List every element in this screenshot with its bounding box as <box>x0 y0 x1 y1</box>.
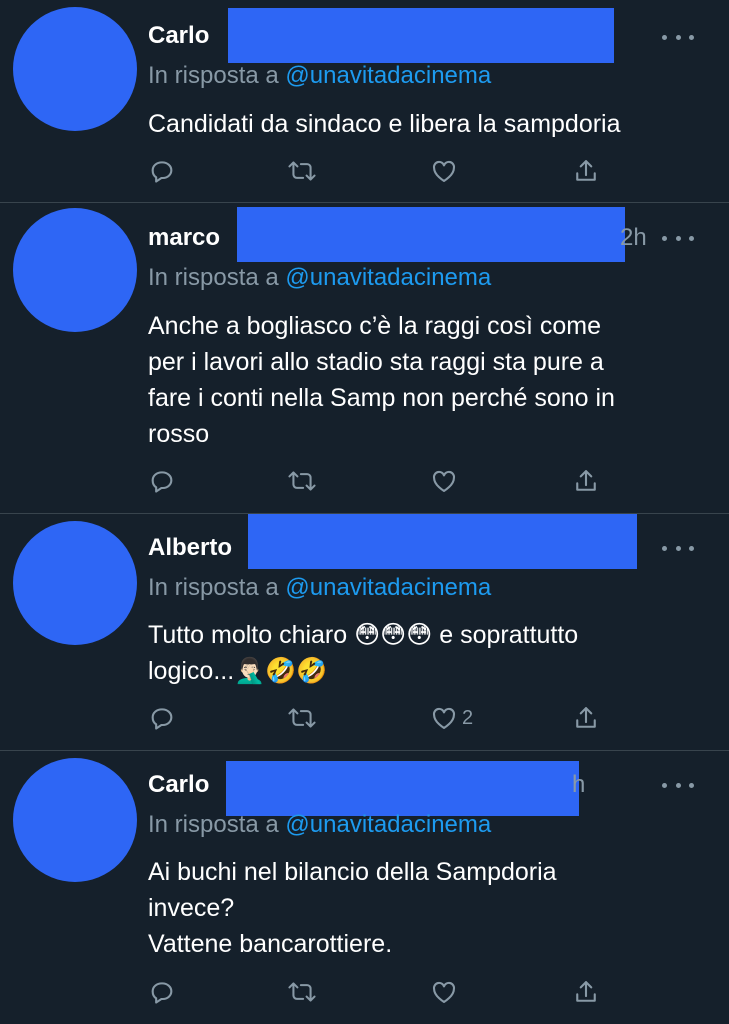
reply-button[interactable] <box>148 465 176 497</box>
redacted-handle <box>237 207 625 262</box>
retweet-button[interactable] <box>286 702 318 734</box>
share-icon <box>576 470 596 491</box>
redacted-handle <box>228 8 614 63</box>
share-button[interactable] <box>572 702 600 734</box>
more-icon[interactable] <box>662 228 694 248</box>
redacted-handle <box>248 514 637 569</box>
reply-icon <box>151 471 173 493</box>
author-name[interactable]: Carlo <box>148 771 209 799</box>
tweet-time: 2h <box>620 224 647 251</box>
reply-prefix: In risposta a <box>148 811 279 838</box>
retweet-button[interactable] <box>286 465 318 497</box>
like-button[interactable] <box>430 465 462 497</box>
reply-to-line: In risposta a @unavitadacinema <box>148 573 491 603</box>
retweet-button[interactable] <box>286 976 318 1008</box>
reply-button[interactable] <box>148 976 176 1008</box>
tweet[interactable]: Alberto In risposta a @unavitadacinema T… <box>0 514 729 751</box>
tweet-text: Tutto molto chiaro 😳😳😳 e soprattutto log… <box>148 621 579 685</box>
more-icon[interactable] <box>662 27 694 47</box>
tweet-actions <box>148 465 618 497</box>
tweet-text: Ai buchi nel bilancio della Sampdoria in… <box>148 858 557 958</box>
share-button[interactable] <box>572 155 600 187</box>
avatar[interactable] <box>13 7 137 131</box>
avatar[interactable] <box>13 758 137 882</box>
like-icon <box>433 470 455 492</box>
reply-handle-link[interactable]: @unavitadacinema <box>285 264 491 291</box>
reply-button[interactable] <box>148 702 176 734</box>
tweet[interactable]: marco 2h In risposta a @unavitadacinema … <box>0 203 729 514</box>
tweet-text: Anche a bogliasco c’è la raggi così come… <box>148 312 615 448</box>
tweet[interactable]: Carlo h In risposta a @unavitadacinema A… <box>0 751 729 1024</box>
share-icon <box>576 707 596 728</box>
tweet-time: h <box>572 771 586 798</box>
like-icon <box>433 160 455 182</box>
tweet-actions: 2 <box>148 702 618 734</box>
reply-button[interactable] <box>148 155 176 187</box>
like-icon <box>433 981 455 1003</box>
like-count: 2 <box>462 706 474 729</box>
author-name[interactable]: marco <box>148 224 220 252</box>
retweet-icon <box>288 471 316 491</box>
share-button[interactable] <box>572 465 600 497</box>
share-icon <box>576 160 596 181</box>
avatar[interactable] <box>13 208 137 332</box>
reply-prefix: In risposta a <box>148 574 279 601</box>
more-icon[interactable] <box>662 538 694 558</box>
reply-handle-link[interactable]: @unavitadacinema <box>285 811 491 838</box>
reply-handle-link[interactable]: @unavitadacinema <box>285 62 491 89</box>
retweet-icon <box>288 708 316 728</box>
reply-icon <box>151 982 173 1004</box>
reply-handle-link[interactable]: @unavitadacinema <box>285 574 491 601</box>
retweet-icon <box>288 161 316 181</box>
like-button[interactable] <box>430 155 462 187</box>
reply-prefix: In risposta a <box>148 62 279 89</box>
tweet-feed: Carlo In risposta a @unavitadacinema Can… <box>0 0 729 1024</box>
tweet-actions <box>148 155 618 187</box>
tweet-actions <box>148 976 618 1008</box>
reply-to-line: In risposta a @unavitadacinema <box>148 263 491 293</box>
retweet-icon <box>288 982 316 1002</box>
share-button[interactable] <box>572 976 600 1008</box>
author-name[interactable]: Alberto <box>148 534 232 562</box>
avatar[interactable] <box>13 521 137 645</box>
share-icon <box>576 981 596 1002</box>
tweet-text: Candidati da sindaco e libera la sampdor… <box>148 110 621 138</box>
like-button[interactable]: 2 <box>430 702 473 734</box>
like-button[interactable] <box>430 976 462 1008</box>
tweet[interactable]: Carlo In risposta a @unavitadacinema Can… <box>0 0 729 203</box>
retweet-button[interactable] <box>286 155 318 187</box>
like-icon <box>433 707 455 729</box>
reply-prefix: In risposta a <box>148 264 279 291</box>
more-icon[interactable] <box>662 775 694 795</box>
reply-to-line: In risposta a @unavitadacinema <box>148 810 491 840</box>
redacted-handle <box>226 761 579 816</box>
author-name[interactable]: Carlo <box>148 22 209 50</box>
reply-icon <box>151 708 173 730</box>
reply-icon <box>151 161 173 183</box>
reply-to-line: In risposta a @unavitadacinema <box>148 61 491 91</box>
